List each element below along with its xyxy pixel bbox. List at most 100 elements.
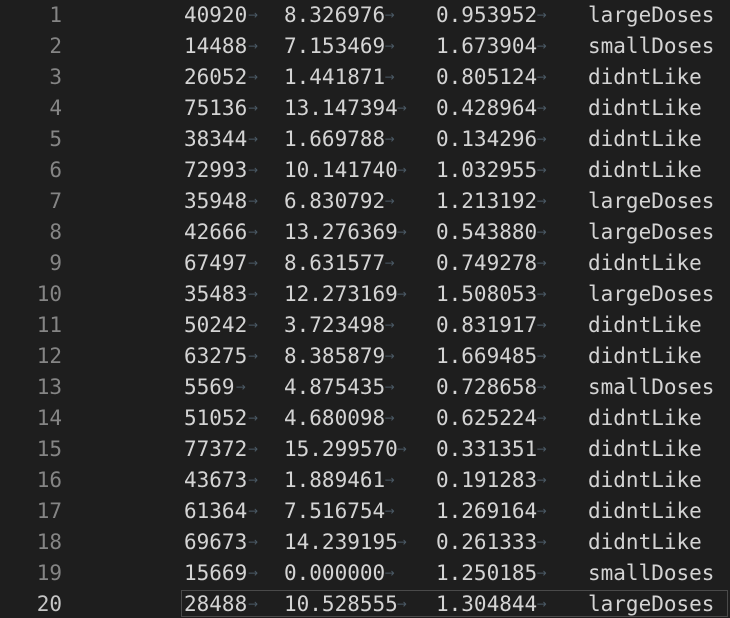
tab-arrow-icon: → [536,256,547,270]
tab-arrow-icon: → [396,535,407,549]
data-cell: 0.261333 [436,530,538,554]
editor-line[interactable]: 7 35948 → 6.830792 → 1.213192 → largeDoses [0,186,730,217]
tab-arrow-icon: → [384,349,395,363]
tab-arrow-icon: → [396,597,407,611]
data-cell: 4.680098 [284,406,386,430]
tab-arrow-icon: → [536,163,547,177]
tab-arrow-icon: → [384,411,395,425]
tab-arrow-icon: → [248,163,259,177]
tab-arrow-icon: → [248,411,259,425]
line-number: 3 [49,65,62,89]
data-cell: didntLike [588,468,702,492]
data-cell: 26052 [184,65,248,89]
editor-line[interactable]: 10 35483 → 12.273169 → 1.508053 → largeDoses [0,279,730,310]
tab-arrow-icon: → [536,70,547,84]
data-cell: 14.239195 [284,530,398,554]
tab-arrow-icon: → [384,318,395,332]
tab-arrow-icon: → [384,256,395,270]
tab-arrow-icon: → [384,194,395,208]
editor-line[interactable]: 11 50242 → 3.723498 → 0.831917 → didntLike [0,310,730,341]
editor-line[interactable]: 20 28488 → 10.528555 → 1.304844 → largeDoses [0,589,730,618]
data-cell: 15.299570 [284,437,398,461]
tab-arrow-icon: → [536,504,547,518]
data-cell: 15669 [184,561,248,585]
tab-arrow-icon: → [396,225,407,239]
editor-line[interactable]: 19 15669 → 0.000000 → 1.250185 → smallDoses [0,558,730,589]
tab-arrow-icon: → [536,8,547,22]
data-cell: 1.673904 [436,34,538,58]
tab-arrow-icon: → [536,287,547,301]
data-cell: 8.385879 [284,344,386,368]
line-number: 15 [36,437,62,461]
editor-line[interactable]: 9 67497 → 8.631577 → 0.749278 → didntLike [0,248,730,279]
data-cell: 12.273169 [284,282,398,306]
tab-arrow-icon: → [536,101,547,115]
data-cell: 1.508053 [436,282,538,306]
tab-arrow-icon: → [248,39,259,53]
tab-arrow-icon: → [396,101,407,115]
editor-line[interactable]: 13 5569 → 4.875435 → 0.728658 → smallDoses [0,372,730,403]
line-number: 19 [36,561,62,585]
data-cell: 10.528555 [284,592,398,616]
data-cell: 10.141740 [284,158,398,182]
data-cell: 1.269164 [436,499,538,523]
editor-line[interactable]: 18 69673 → 14.239195 → 0.261333 → didntLike [0,527,730,558]
text-editor[interactable]: 1 40920 → 8.326976 → 0.953952 → largeDoses 2 1448… [0,0,730,618]
tab-arrow-icon: → [248,349,259,363]
data-cell: 13.276369 [284,220,398,244]
tab-arrow-icon: → [384,39,395,53]
editor-line[interactable]: 12 63275 → 8.385879 → 1.669485 → didntLike [0,341,730,372]
data-cell: largeDoses [588,592,715,616]
editor-line[interactable]: 1 40920 → 8.326976 → 0.953952 → largeDoses [0,0,730,31]
tab-arrow-icon: → [536,442,547,456]
editor-line[interactable]: 6 72993 → 10.141740 → 1.032955 → didntLike [0,155,730,186]
data-cell: 69673 [184,530,248,554]
line-number: 13 [36,375,62,399]
data-cell: didntLike [588,313,702,337]
line-number: 20 [36,592,62,616]
data-cell: 5569 [184,375,235,399]
line-number: 4 [49,96,62,120]
data-cell: didntLike [588,158,702,182]
data-cell: 0.191283 [436,468,538,492]
tab-arrow-icon: → [536,411,547,425]
editor-line[interactable]: 2 14488 → 7.153469 → 1.673904 → smallDoses [0,31,730,62]
tab-arrow-icon: → [536,597,547,611]
data-cell: didntLike [588,127,702,151]
data-cell: 1.889461 [284,468,386,492]
data-cell: 0.000000 [284,561,386,585]
editor-line[interactable]: 4 75136 → 13.147394 → 0.428964 → didntLike [0,93,730,124]
tab-arrow-icon: → [536,349,547,363]
data-cell: largeDoses [588,220,715,244]
line-number: 10 [36,282,62,306]
line-number: 9 [49,251,62,275]
tab-arrow-icon: → [536,225,547,239]
data-cell: 35483 [184,282,248,306]
editor-line[interactable]: 14 51052 → 4.680098 → 0.625224 → didntLike [0,403,730,434]
data-cell: didntLike [588,530,702,554]
data-cell: largeDoses [588,3,715,27]
tab-arrow-icon: → [536,194,547,208]
data-cell: 6.830792 [284,189,386,213]
data-cell: 0.331351 [436,437,538,461]
data-cell: 1.304844 [436,592,538,616]
editor-line[interactable]: 17 61364 → 7.516754 → 1.269164 → didntLike [0,496,730,527]
line-number: 2 [49,34,62,58]
line-number: 7 [49,189,62,213]
editor-line[interactable]: 5 38344 → 1.669788 → 0.134296 → didntLike [0,124,730,155]
data-cell: largeDoses [588,189,715,213]
data-cell: smallDoses [588,561,715,585]
editor-line[interactable]: 8 42666 → 13.276369 → 0.543880 → largeDoses [0,217,730,248]
data-cell: 1.669485 [436,344,538,368]
editor-line[interactable]: 15 77372 → 15.299570 → 0.331351 → didntLike [0,434,730,465]
data-cell: smallDoses [588,375,715,399]
data-cell: didntLike [588,406,702,430]
tab-arrow-icon: → [384,504,395,518]
data-cell: 13.147394 [284,96,398,120]
data-cell: didntLike [588,251,702,275]
editor-line[interactable]: 16 43673 → 1.889461 → 0.191283 → didntLike [0,465,730,496]
tab-arrow-icon: → [536,473,547,487]
tab-arrow-icon: → [248,535,259,549]
editor-line[interactable]: 3 26052 → 1.441871 → 0.805124 → didntLike [0,62,730,93]
line-number: 18 [36,530,62,554]
